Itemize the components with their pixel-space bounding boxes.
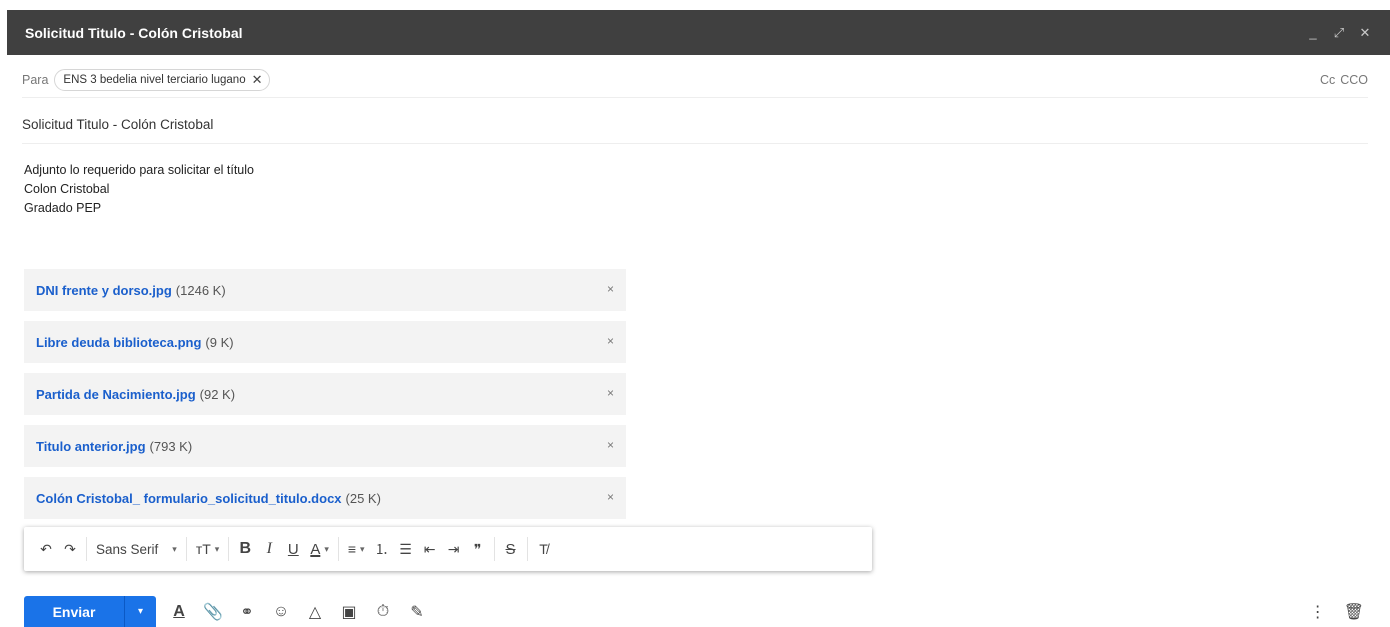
- attachment-name[interactable]: Libre deuda biblioteca.png: [36, 335, 201, 350]
- toolbar-divider: [185, 537, 187, 561]
- underline-button[interactable]: U: [281, 535, 305, 563]
- attachment-item[interactable]: Libre deuda biblioteca.png (9 K) ×: [24, 321, 626, 363]
- drive-icon[interactable]: △: [302, 602, 328, 622]
- attachment-item[interactable]: Titulo anterior.jpg (793 K) ×: [24, 425, 626, 467]
- remove-attachment-icon[interactable]: ×: [607, 490, 614, 504]
- attachment-size: (1246 K): [175, 282, 226, 298]
- align-button[interactable]: ≡ ▾: [343, 535, 370, 563]
- compose-actions: A 📎 ⚭ ☺ △ ▣ ⏱ ✎: [166, 596, 430, 627]
- bulleted-list-icon[interactable]: ☰: [394, 535, 418, 563]
- indent-less-icon[interactable]: ⇤: [418, 535, 442, 563]
- font-family-select[interactable]: Sans Serif ▾: [91, 535, 182, 563]
- attachment-name[interactable]: Colón Cristobal_ formulario_solicitud_ti…: [36, 491, 342, 506]
- to-label: Para: [22, 72, 49, 87]
- chevron-down-icon: ▾: [214, 543, 220, 554]
- bcc-link[interactable]: CCO: [1340, 73, 1368, 87]
- undo-icon[interactable]: ↶: [34, 535, 58, 563]
- signature-icon[interactable]: ✎: [404, 602, 430, 622]
- chevron-down-icon: ▾: [360, 543, 365, 554]
- remove-recipient-icon[interactable]: ✕: [252, 72, 263, 88]
- attachment-name[interactable]: DNI frente y dorso.jpg: [36, 283, 172, 298]
- emoji-icon[interactable]: ☺: [268, 603, 294, 621]
- attachment-item[interactable]: Partida de Nacimiento.jpg (92 K) ×: [24, 373, 626, 415]
- quote-icon[interactable]: ❞: [466, 535, 490, 563]
- toolbar-divider: [228, 537, 230, 561]
- insert-link-icon[interactable]: ⚭: [234, 602, 260, 622]
- insert-photo-icon[interactable]: ▣: [336, 602, 362, 622]
- redo-icon[interactable]: ↷: [58, 535, 82, 563]
- italic-button[interactable]: I: [257, 535, 281, 563]
- close-icon[interactable]: ✕: [1358, 25, 1372, 41]
- attachment-name[interactable]: Partida de Nacimiento.jpg: [36, 387, 196, 402]
- remove-attachment-icon[interactable]: ×: [607, 282, 614, 296]
- cc-link[interactable]: Cc: [1320, 73, 1335, 87]
- toolbar-divider: [337, 537, 339, 561]
- formatting-options-icon[interactable]: A: [166, 603, 192, 621]
- align-icon: ≡: [347, 541, 357, 557]
- more-options-icon[interactable]: ⋮: [1310, 602, 1326, 622]
- window-controls: _ ⤢ ✕: [1306, 25, 1390, 41]
- message-body[interactable]: Adjunto lo requerido para solicitar el t…: [24, 161, 254, 218]
- remove-attachment-icon[interactable]: ×: [607, 334, 614, 348]
- attachment-item[interactable]: DNI frente y dorso.jpg (1246 K) ×: [24, 269, 626, 311]
- send-options-chevron-icon[interactable]: ▾: [124, 596, 156, 627]
- attachment-size: (793 K): [149, 438, 193, 454]
- body-line: Gradado PEP: [24, 201, 102, 215]
- recipients-row[interactable]: Para ENS 3 bedelia nivel terciario lugan…: [22, 62, 1368, 98]
- numbered-list-icon[interactable]: ⒈: [370, 535, 394, 563]
- text-color-button[interactable]: A ▾: [305, 535, 334, 563]
- send-button-group: Enviar ▾: [24, 596, 156, 627]
- chevron-down-icon: ▾: [324, 543, 329, 554]
- attachment-size: (92 K): [199, 386, 236, 402]
- text-size-icon: тT: [195, 541, 211, 557]
- compose-right-actions: ⋮ 🗑: [1310, 596, 1374, 627]
- attachment-size: (9 K): [205, 334, 234, 350]
- remove-formatting-icon[interactable]: T̸: [532, 535, 556, 563]
- toolbar-divider: [493, 537, 495, 561]
- subject-field[interactable]: Solicitud Titulo - Colón Cristobal: [22, 106, 1368, 144]
- recipient-name: ENS 3 bedelia nivel terciario lugano: [63, 73, 246, 86]
- font-family-value: Sans Serif: [96, 541, 159, 557]
- indent-more-icon[interactable]: ⇥: [442, 535, 466, 563]
- minimize-icon[interactable]: _: [1306, 25, 1320, 40]
- remove-attachment-icon[interactable]: ×: [607, 438, 614, 452]
- attachment-item[interactable]: Colón Cristobal_ formulario_solicitud_ti…: [24, 477, 626, 519]
- body-line: Colon Cristobal: [24, 182, 110, 196]
- text-color-icon: A: [310, 540, 321, 558]
- attachment-name[interactable]: Titulo anterior.jpg: [36, 439, 146, 454]
- discard-draft-icon[interactable]: 🗑: [1344, 602, 1364, 622]
- recipient-chip[interactable]: ENS 3 bedelia nivel terciario lugano ✕: [54, 68, 270, 91]
- remove-attachment-icon[interactable]: ×: [607, 386, 614, 400]
- strikethrough-icon[interactable]: S: [499, 535, 523, 563]
- confidential-mode-icon[interactable]: ⏱: [370, 603, 396, 621]
- compose-titlebar: Solicitud Titulo - Colón Cristobal _ ⤢ ✕: [7, 10, 1390, 55]
- attachment-size: (25 K): [345, 490, 381, 506]
- bold-button[interactable]: B: [233, 535, 257, 563]
- cc-bcc-links: Cc CCO: [1320, 73, 1368, 87]
- font-size-button[interactable]: тT ▾: [191, 535, 225, 563]
- send-button[interactable]: Enviar: [24, 596, 124, 627]
- compose-bottom-bar: Enviar ▾ A 📎 ⚭ ☺ △ ▣ ⏱ ✎ ⋮ 🗑: [24, 596, 1374, 627]
- toolbar-divider: [86, 537, 87, 561]
- attach-file-icon[interactable]: 📎: [200, 602, 226, 622]
- expand-icon[interactable]: ⤢: [1332, 25, 1346, 41]
- formatting-toolbar: ↶ ↷ Sans Serif ▾ тT ▾ B I U A ▾ ≡ ▾ ⒈ ☰ …: [24, 527, 872, 571]
- compose-title: Solicitud Titulo - Colón Cristobal: [25, 24, 243, 41]
- body-line: Adjunto lo requerido para solicitar el t…: [24, 163, 254, 177]
- toolbar-divider: [526, 537, 528, 561]
- chevron-down-icon: ▾: [172, 543, 177, 554]
